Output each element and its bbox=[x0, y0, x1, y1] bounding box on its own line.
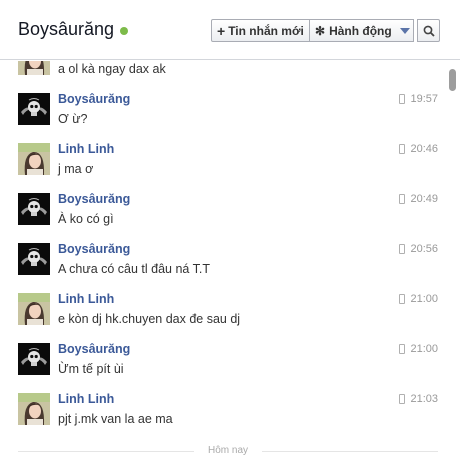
message-text: pjt j.mk van la ae ma bbox=[58, 412, 173, 426]
avatar[interactable] bbox=[18, 293, 50, 325]
avatar[interactable] bbox=[18, 343, 50, 375]
message-text: Ơ ừ? bbox=[58, 112, 88, 126]
message-item: Linh Linh j ma ơ 20:46 bbox=[0, 136, 446, 186]
message-thread[interactable]: a ol kà ngay dax ak Boysâurăng Ơ ừ? 19:57 Li… bbox=[0, 61, 460, 467]
timestamp: 21:00 bbox=[410, 343, 438, 355]
conversation-title[interactable]: Boysâurăng bbox=[18, 19, 114, 40]
separator-line-right bbox=[262, 451, 438, 452]
message-time: 19:57 bbox=[399, 93, 438, 105]
scrollbar-thumb[interactable] bbox=[449, 69, 456, 91]
message-list: a ol kà ngay dax ak Boysâurăng Ơ ừ? 19:57 Li… bbox=[0, 61, 446, 436]
avatar[interactable] bbox=[18, 93, 50, 125]
gear-icon: ✻ bbox=[315, 23, 326, 38]
message-text: e kòn dj hk.chuyen dax đe sau dj bbox=[58, 312, 241, 326]
sender-name-link[interactable]: Linh Linh bbox=[58, 392, 114, 406]
timestamp: 21:00 bbox=[410, 293, 438, 305]
message-time: 20:46 bbox=[399, 143, 438, 155]
new-message-label: Tin nhắn mới bbox=[228, 23, 304, 38]
mobile-phone-icon bbox=[399, 344, 406, 354]
message-text: A chưa có câu tl đâu ná T.T bbox=[58, 262, 210, 276]
message-item: Boysâurăng À ko có gì 20:49 bbox=[0, 186, 446, 236]
avatar[interactable] bbox=[18, 393, 50, 425]
message-item: Boysâurăng A chưa có câu tl đâu ná T.T 20:… bbox=[0, 236, 446, 286]
message-time: 20:49 bbox=[399, 193, 438, 205]
message-item: Boysâurăng Ơ ừ? 19:57 bbox=[0, 86, 446, 136]
avatar[interactable] bbox=[18, 61, 50, 75]
message-text: a ol kà ngay dax ak bbox=[58, 62, 166, 76]
online-status-dot bbox=[120, 27, 128, 35]
timestamp: 21:03 bbox=[410, 393, 438, 405]
new-message-button[interactable]: + Tin nhắn mới bbox=[211, 19, 310, 42]
avatar[interactable] bbox=[18, 243, 50, 275]
message-item: a ol kà ngay dax ak bbox=[0, 61, 446, 86]
actions-label: Hành động bbox=[329, 23, 392, 38]
sender-name-link[interactable]: Linh Linh bbox=[58, 142, 114, 156]
search-icon bbox=[423, 25, 435, 37]
sender-name-link[interactable]: Linh Linh bbox=[58, 292, 114, 306]
message-time: 21:03 bbox=[399, 393, 438, 405]
mobile-phone-icon bbox=[399, 394, 406, 404]
message-time: 21:00 bbox=[399, 293, 438, 305]
conversation-header: Boysâurăng + Tin nhắn mới ✻ Hành động bbox=[0, 0, 460, 60]
search-button[interactable] bbox=[417, 19, 440, 42]
message-time: 21:00 bbox=[399, 343, 438, 355]
date-separator: Hôm nay bbox=[18, 444, 438, 458]
sender-name-link[interactable]: Boysâurăng bbox=[58, 192, 130, 206]
message-item: Linh Linh e kòn dj hk.chuyen dax đe sau d… bbox=[0, 286, 446, 336]
message-time: 20:56 bbox=[399, 243, 438, 255]
timestamp: 20:49 bbox=[410, 193, 438, 205]
message-text: j ma ơ bbox=[58, 162, 94, 176]
timestamp: 20:46 bbox=[410, 143, 438, 155]
scrollbar[interactable] bbox=[446, 61, 460, 467]
message-item: Boysâurăng Ừm tế pít ùi 21:00 bbox=[0, 336, 446, 386]
avatar[interactable] bbox=[18, 143, 50, 175]
mobile-phone-icon bbox=[399, 94, 406, 104]
actions-dropdown-button[interactable]: ✻ Hành động bbox=[310, 19, 414, 42]
message-text: Ừm tế pít ùi bbox=[58, 362, 124, 376]
plus-icon: + bbox=[217, 22, 226, 39]
chevron-down-icon bbox=[399, 27, 410, 34]
avatar[interactable] bbox=[18, 193, 50, 225]
sender-name-link[interactable]: Boysâurăng bbox=[58, 342, 130, 356]
timestamp: 20:56 bbox=[410, 243, 438, 255]
header-toolbar: + Tin nhắn mới ✻ Hành động bbox=[211, 19, 440, 42]
sender-name-link[interactable]: Boysâurăng bbox=[58, 242, 130, 256]
mobile-phone-icon bbox=[399, 144, 406, 154]
timestamp: 19:57 bbox=[410, 93, 438, 105]
mobile-phone-icon bbox=[399, 194, 406, 204]
mobile-phone-icon bbox=[399, 244, 406, 254]
message-item: Linh Linh pjt j.mk van la ae ma 21:03 bbox=[0, 386, 446, 436]
mobile-phone-icon bbox=[399, 294, 406, 304]
sender-name-link[interactable]: Boysâurăng bbox=[58, 92, 130, 106]
message-text: À ko có gì bbox=[58, 212, 114, 226]
